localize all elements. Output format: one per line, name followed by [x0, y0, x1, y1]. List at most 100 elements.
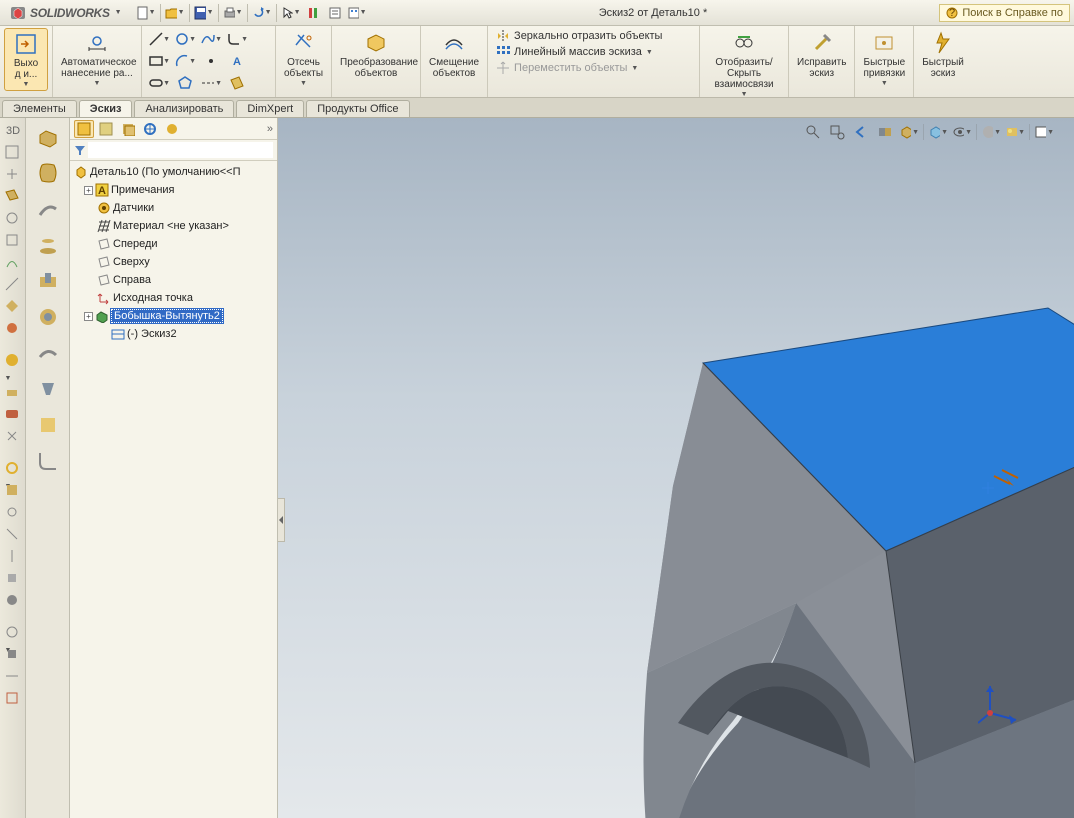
tree-sketch2[interactable]: (-) Эскиз2	[70, 325, 277, 343]
select-button[interactable]: ▼	[281, 3, 301, 23]
tab-sketch[interactable]: Эскиз	[79, 100, 133, 117]
tool-icon-7[interactable]	[4, 298, 22, 316]
exit-sketch-button[interactable]: Выхо д и... ▼	[4, 28, 48, 91]
smart-dimension-button[interactable]: Автоматическое нанесение ра... ▼	[57, 28, 137, 89]
tool-icon-18[interactable]	[4, 592, 22, 610]
rectangle-tool[interactable]: ▼	[148, 51, 170, 71]
fillet-feature-icon[interactable]	[33, 446, 63, 476]
extruded-cut-icon[interactable]	[33, 266, 63, 296]
tab-features[interactable]: Элементы	[2, 100, 77, 117]
fm-tab-display[interactable]	[162, 120, 182, 138]
tool-icon-1[interactable]	[4, 166, 22, 184]
tool-icon-21[interactable]	[4, 668, 22, 686]
prev-view-icon[interactable]	[851, 122, 871, 142]
move-entities-button[interactable]: Переместить объекты▼	[494, 60, 640, 76]
zoom-fit-icon[interactable]	[803, 122, 823, 142]
revolved-cut-icon[interactable]	[33, 302, 63, 332]
sweep-icon[interactable]	[33, 194, 63, 224]
tree-top-plane[interactable]: Сверху	[70, 253, 277, 271]
tree-right-plane[interactable]: Справа	[70, 271, 277, 289]
loft-icon[interactable]	[33, 230, 63, 260]
tool-icon-6[interactable]	[4, 276, 22, 294]
mirror-entities-button[interactable]: Зеркально отразить объекты	[494, 28, 664, 44]
tab-office[interactable]: Продукты Office	[306, 100, 409, 117]
tool-icon-3[interactable]	[4, 210, 22, 228]
tool-icon-4[interactable]	[4, 232, 22, 250]
fm-tab-property[interactable]	[96, 120, 116, 138]
tool-icon-14[interactable]	[4, 504, 22, 522]
tree-extrude[interactable]: + Бобышка-Вытянуть2	[70, 307, 277, 325]
lofted-cut-icon[interactable]	[33, 374, 63, 404]
panel-collapse-handle[interactable]	[278, 498, 285, 542]
section-view-icon[interactable]	[875, 122, 895, 142]
appearance-icon[interactable]: ▼	[4, 352, 22, 370]
std-views-icon[interactable]	[4, 144, 22, 162]
hide-show-icon[interactable]: ▼	[952, 122, 972, 142]
centerline-tool[interactable]: ▼	[200, 73, 222, 93]
graphics-viewport[interactable]: ▼ ▼ ▼ ▼ ▼ ▼	[278, 118, 1074, 818]
app-menu-dropdown[interactable]: ▼	[115, 9, 122, 16]
revolved-boss-icon[interactable]	[33, 158, 63, 188]
tool-icon-5[interactable]	[4, 254, 22, 272]
tool-icon-15[interactable]	[4, 526, 22, 544]
convert-entities-button[interactable]: Преобразование объектов	[336, 28, 416, 81]
new-button[interactable]: ▼	[136, 3, 156, 23]
fm-filter-input[interactable]	[88, 142, 273, 158]
tool-icon-19[interactable]: ▼	[4, 624, 22, 642]
tree-sensors[interactable]: Датчики	[70, 199, 277, 217]
circle-tool[interactable]: ▼	[174, 29, 196, 49]
fm-tab-tree[interactable]	[74, 120, 94, 138]
print-button[interactable]: ▼	[223, 3, 243, 23]
tool-icon-22[interactable]	[4, 690, 22, 708]
repair-sketch-button[interactable]: Исправить эскиз	[793, 28, 850, 81]
line-tool[interactable]: ▼	[148, 29, 170, 49]
tool-icon-12[interactable]: ▼	[4, 460, 22, 478]
tool-icon-11[interactable]	[4, 428, 22, 446]
tool-icon-20[interactable]	[4, 646, 22, 664]
tool-icon-13[interactable]	[4, 482, 22, 500]
tree-annotations[interactable]: + A Примечания	[70, 181, 277, 199]
tree-root[interactable]: Деталь10 (По умолчанию<<П	[70, 163, 277, 181]
view-orientation-icon[interactable]: ▼	[899, 122, 919, 142]
offset-entities-button[interactable]: Смещение объектов	[425, 28, 483, 81]
view-triad[interactable]	[978, 678, 1028, 728]
fm-tab-config[interactable]	[118, 120, 138, 138]
fm-tab-dimxpert[interactable]	[140, 120, 160, 138]
tab-dimxpert[interactable]: DimXpert	[236, 100, 304, 117]
polygon-tool[interactable]	[174, 73, 196, 93]
undo-button[interactable]: ▼	[252, 3, 272, 23]
tree-front-plane[interactable]: Спереди	[70, 235, 277, 253]
tree-material[interactable]: Материал <не указан>	[70, 217, 277, 235]
open-button[interactable]: ▼	[165, 3, 185, 23]
tab-evaluate[interactable]: Анализировать	[134, 100, 234, 117]
boundary-icon[interactable]	[33, 410, 63, 440]
extruded-boss-icon[interactable]	[33, 122, 63, 152]
edit-appearance-icon[interactable]: ▼	[981, 122, 1001, 142]
tool-icon-16[interactable]	[4, 548, 22, 566]
tool-icon-2[interactable]	[4, 188, 22, 206]
quick-snaps-button[interactable]: Быстрые привязки ▼	[859, 28, 909, 89]
display-style-icon[interactable]: ▼	[928, 122, 948, 142]
arc-tool[interactable]: ▼	[174, 51, 196, 71]
text-tool[interactable]: A	[226, 51, 248, 71]
display-relations-button[interactable]: Отобразить/Скрыть взаимосвязи ▼	[704, 28, 784, 100]
tool-icon-10[interactable]	[4, 406, 22, 424]
properties-button[interactable]	[325, 3, 345, 23]
plane-tool[interactable]	[226, 73, 248, 93]
slot-tool[interactable]: ▼	[148, 73, 170, 93]
rebuild-button[interactable]	[303, 3, 323, 23]
rapid-sketch-button[interactable]: Быстрый эскиз	[918, 28, 968, 81]
linear-pattern-button[interactable]: Линейный массив эскиза▼	[494, 44, 655, 60]
tree-origin[interactable]: Исходная точка	[70, 289, 277, 307]
view-3d-icon[interactable]: 3D	[4, 122, 22, 140]
zoom-area-icon[interactable]	[827, 122, 847, 142]
save-button[interactable]: ▼	[194, 3, 214, 23]
view-settings-icon[interactable]: ▼	[1034, 122, 1054, 142]
tool-icon-9[interactable]	[4, 384, 22, 402]
fillet-tool[interactable]: ▼	[226, 29, 248, 49]
point-tool[interactable]	[200, 51, 222, 71]
trim-button[interactable]: Отсечь объекты ▼	[280, 28, 327, 89]
expand-icon[interactable]: +	[84, 186, 93, 195]
swept-cut-icon[interactable]	[33, 338, 63, 368]
fm-expand-icon[interactable]: »	[267, 123, 273, 135]
